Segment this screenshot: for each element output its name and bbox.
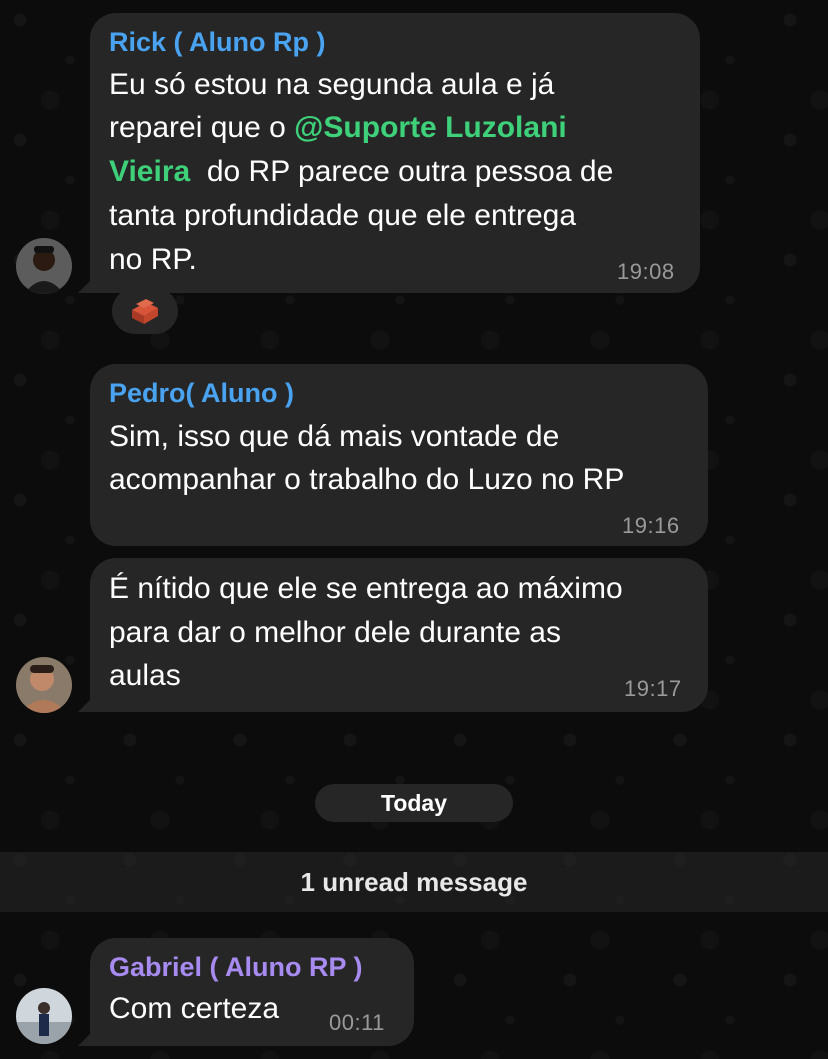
message-line: Com certeza (109, 992, 280, 1025)
sender-name[interactable]: Pedro( Aluno ) (109, 378, 294, 409)
message-bubble-pedro[interactable]: Pedro( Aluno ) Sim, isso que dá mais von… (90, 364, 708, 546)
mention-text: Suporte Luzolani (323, 111, 567, 144)
message-time: 00:11 (329, 1010, 385, 1035)
message-text-segment: reparei que o (109, 111, 295, 144)
message-line: É nítido que ele se entrega ao máximo (109, 572, 623, 605)
avatar-photo-icon (16, 657, 72, 713)
message-time: 19:17 (624, 676, 682, 701)
avatar-rick[interactable] (16, 238, 72, 294)
avatar-photo-icon (16, 988, 72, 1044)
message-line-with-mention: reparei que o @Suporte Luzolani (109, 106, 567, 150)
message-bubble-rick[interactable]: Rick ( Aluno Rp ) Eu só estou na segunda… (90, 13, 700, 293)
message-time: 19:16 (622, 513, 680, 538)
message-line: acompanhar o trabalho do Luzo no RP (109, 463, 625, 496)
date-separator: Today (315, 784, 513, 822)
mention-prefix: @ (294, 111, 324, 144)
message-time: 19:08 (617, 259, 675, 284)
mention-link[interactable]: @Suporte Luzolani (294, 111, 567, 144)
reaction-brick[interactable] (112, 288, 178, 334)
message-line-with-mention: Vieira do RP parece outra pessoa de (109, 150, 613, 194)
sender-name[interactable]: Rick ( Aluno Rp ) (109, 27, 326, 58)
avatar-photo-icon (16, 238, 72, 294)
message-line: Sim, isso que dá mais vontade de (109, 420, 560, 453)
message-line: tanta profundidade que ele entrega (109, 199, 577, 232)
sender-name[interactable]: Gabriel ( Aluno RP ) (109, 952, 363, 983)
message-line: Eu só estou na segunda aula e já (109, 68, 555, 101)
message-bubble-pedro-2[interactable]: É nítido que ele se entrega ao máximo pa… (90, 558, 708, 712)
avatar-gabriel[interactable] (16, 988, 72, 1044)
message-line: aulas (109, 659, 181, 692)
mention-link-continued[interactable]: Vieira (109, 155, 190, 188)
message-line: para dar o melhor dele durante as (109, 616, 561, 649)
brick-emoji-icon (132, 299, 158, 324)
chat-view: Rick ( Aluno Rp ) Eu só estou na segunda… (0, 0, 828, 1059)
message-bubble-gabriel[interactable]: Gabriel ( Aluno RP ) Com certeza 00:11 (90, 938, 414, 1046)
unread-messages-divider: 1 unread message (0, 852, 828, 912)
message-line: no RP. (109, 243, 197, 276)
avatar-pedro[interactable] (16, 657, 72, 713)
message-text-segment: do RP parece outra pessoa de (190, 155, 614, 188)
